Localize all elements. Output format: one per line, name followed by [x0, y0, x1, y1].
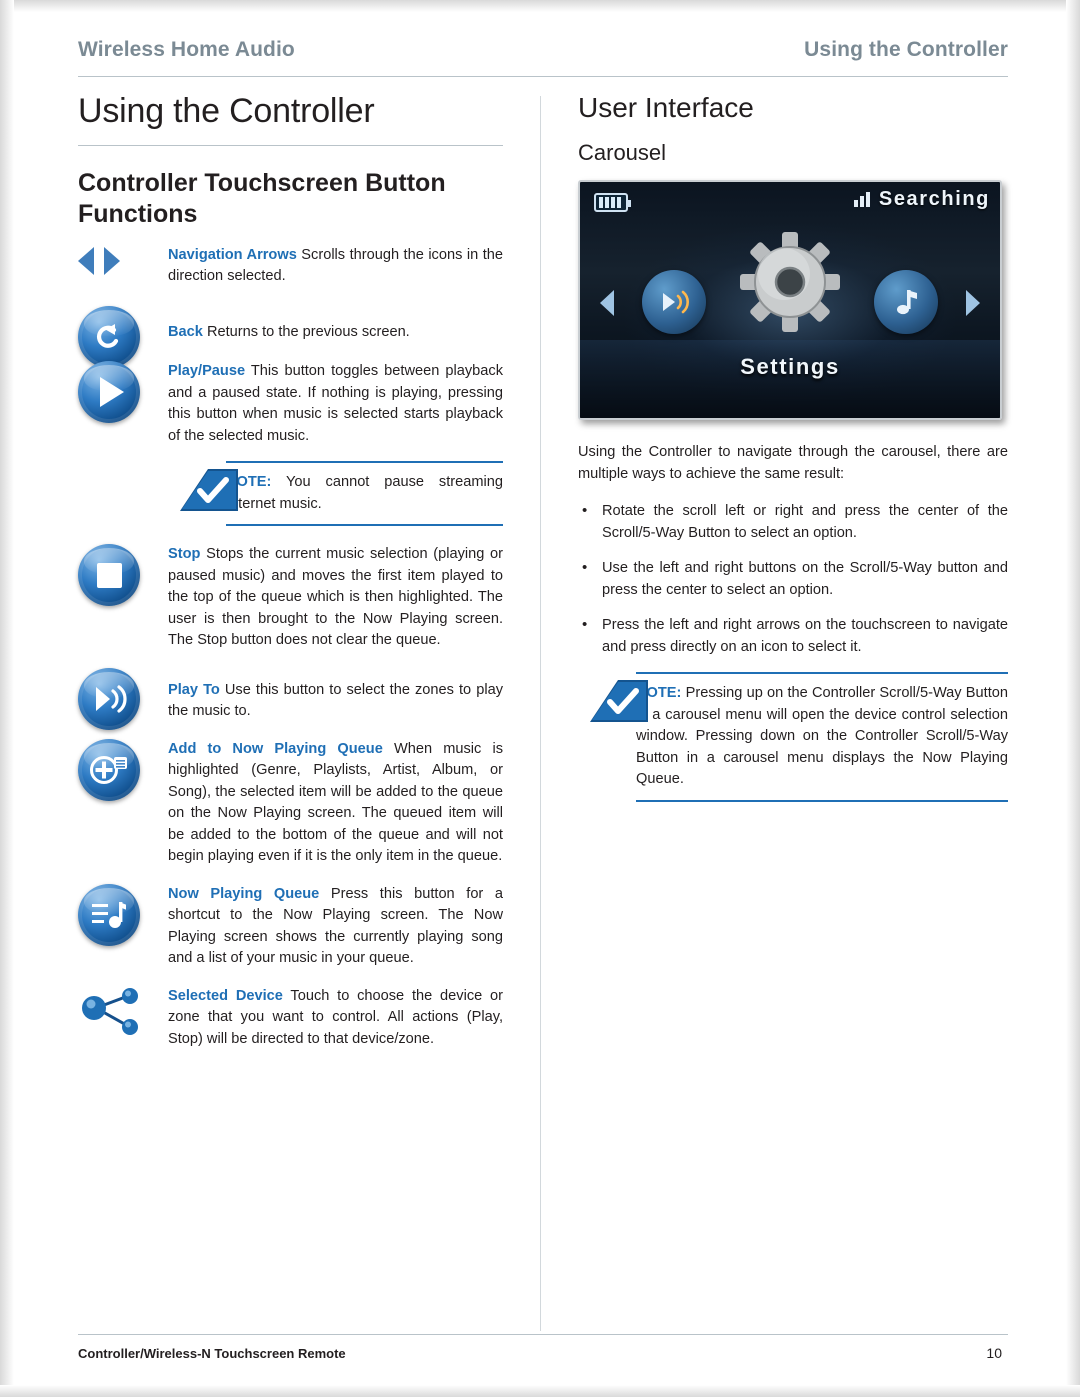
stop-button-glyph	[78, 544, 140, 606]
entry-lead-add-to-now-playing-queue: Add to Now Playing Queue	[168, 740, 383, 757]
entry-text-now-playing-queue: Now Playing Queue Press this button for …	[168, 884, 503, 970]
note-streaming-pause: NOTE: You cannot pause streaming Interne…	[78, 461, 503, 526]
entry-navigation-arrows: Navigation Arrows Scrolls through the ic…	[78, 245, 503, 288]
entry-lead-now-playing-queue: Now Playing Queue	[168, 885, 320, 902]
right-column: User Interface Carousel Searching Settin…	[578, 92, 1008, 820]
play-to-button-glyph	[78, 667, 140, 730]
chevron-left-icon	[600, 290, 614, 316]
entry-text-play-pause: Play/Pause This button toggles between p…	[168, 361, 503, 447]
header-divider	[78, 76, 1008, 77]
gear-icon	[736, 228, 844, 336]
stop-square-icon	[96, 562, 122, 588]
selected-device-icon	[78, 986, 156, 1047]
entry-lead-play-pause: Play/Pause	[168, 363, 246, 379]
play-music-icon	[642, 270, 706, 334]
play-pause-button-glyph	[78, 361, 140, 423]
carousel-status-text: Searching	[878, 188, 990, 210]
document-page: Wireless Home Audio Using the Controller…	[0, 0, 1080, 1397]
note-body-scroll-5-way: NOTE: Pressing up on the Controller Scro…	[636, 672, 1008, 802]
entry-now-playing-queue: Now Playing Queue Press this button for …	[78, 883, 503, 970]
header-title-right: Using the Controller	[804, 38, 1008, 61]
entry-lead-play-to: Play To	[168, 681, 220, 698]
page-number: 10	[986, 1345, 1002, 1361]
column-divider	[540, 96, 541, 1331]
entry-add-to-now-playing-queue: Add to Now Playing Queue When music is h…	[78, 738, 503, 868]
page-title-rule	[78, 145, 503, 146]
entry-body-stop: Stops the current music selection (playi…	[168, 546, 503, 648]
chevron-right-icon	[966, 290, 980, 316]
entry-text-stop: Stop Stops the current music selection (…	[168, 544, 503, 652]
now-playing-queue-icon	[78, 883, 156, 946]
add-to-now-playing-queue-icon	[78, 738, 156, 801]
entry-lead-back: Back	[168, 323, 203, 340]
arrow-left-icon	[78, 246, 94, 275]
page-edge-top	[0, 0, 1080, 12]
play-pause-button-icon	[78, 361, 156, 423]
subsection-title-carousel: Carousel	[578, 140, 667, 165]
list-item: Use the left and right buttons on the Sc…	[578, 557, 1008, 601]
page-header: Wireless Home Audio Using the Controller	[78, 38, 1008, 72]
signal-strength-icon	[853, 192, 872, 207]
play-to-button-icon	[78, 667, 156, 730]
footer-product-name: Controller/Wireless-N Touchscreen Remote	[78, 1346, 346, 1361]
footer-divider	[78, 1334, 1008, 1335]
entry-play-pause: Play/Pause This button toggles between p…	[78, 361, 503, 447]
page-edge-right	[1066, 0, 1080, 1397]
arrow-right-icon	[104, 246, 120, 275]
entry-text-add-to-now-playing-queue: Add to Now Playing Queue When music is h…	[168, 739, 503, 868]
note-body-streaming-pause: NOTE: You cannot pause streaming Interne…	[226, 461, 503, 526]
back-button-glyph	[78, 305, 140, 368]
entry-text-play-to: Play To Use this button to select the zo…	[168, 668, 503, 723]
carousel-intro-text: Using the Controller to navigate through…	[578, 444, 1008, 482]
note-scroll-5-way: NOTE: Pressing up on the Controller Scro…	[578, 672, 1008, 802]
header-title-left: Wireless Home Audio	[78, 38, 295, 61]
entry-text-navigation-arrows: Navigation Arrows Scrolls through the ic…	[168, 245, 503, 288]
carousel-center-label: Settings	[740, 354, 840, 379]
page-edge-bottom	[0, 1385, 1080, 1397]
back-button-icon	[78, 305, 156, 368]
entry-body-back: Returns to the previous screen.	[202, 323, 410, 340]
entry-lead-stop: Stop	[168, 546, 201, 562]
section-title-controller-touchscreen: Controller Touchscreen Button Functions	[78, 169, 446, 229]
play-triangle-icon	[100, 377, 124, 407]
music-note-icon	[874, 270, 938, 334]
note-checkmark-icon	[178, 467, 240, 511]
left-column: Using the Controller Controller Touchscr…	[78, 92, 503, 1058]
battery-icon	[594, 193, 631, 212]
stop-button-icon	[78, 544, 156, 606]
entry-selected-device: Selected Device Touch to choose the devi…	[78, 986, 503, 1051]
section-title-user-interface: User Interface	[578, 92, 754, 123]
note-checkmark-icon	[588, 678, 650, 722]
add-queue-button-glyph	[78, 738, 140, 801]
entry-back: Back Returns to the previous screen.	[78, 305, 503, 368]
note-text-scroll-5-way: Pressing up on the Controller Scroll/5-W…	[636, 685, 1008, 787]
entry-text-selected-device: Selected Device Touch to choose the devi…	[168, 986, 503, 1051]
carousel-status: Searching	[853, 188, 990, 211]
carousel-screenshot: Searching Settings	[578, 180, 1002, 420]
entry-text-back: Back Returns to the previous screen.	[168, 306, 503, 344]
entry-body-add-to-now-playing-queue: When music is highlighted (Genre, Playli…	[168, 740, 504, 865]
page-title: Using the Controller	[78, 92, 375, 130]
entry-lead-navigation-arrows: Navigation Arrows	[168, 246, 297, 263]
navigation-arrows-icon	[78, 245, 156, 275]
entry-play-to: Play To Use this button to select the zo…	[78, 667, 503, 730]
entry-stop: Stop Stops the current music selection (…	[78, 544, 503, 652]
now-playing-queue-button-glyph	[78, 883, 140, 946]
list-item: Rotate the scroll left or right and pres…	[578, 500, 1008, 544]
carousel-bullet-list: Rotate the scroll left or right and pres…	[578, 500, 1008, 658]
entry-lead-selected-device: Selected Device	[168, 987, 283, 1004]
list-item: Press the left and right arrows on the t…	[578, 614, 1008, 658]
page-edge-left	[0, 0, 14, 1397]
